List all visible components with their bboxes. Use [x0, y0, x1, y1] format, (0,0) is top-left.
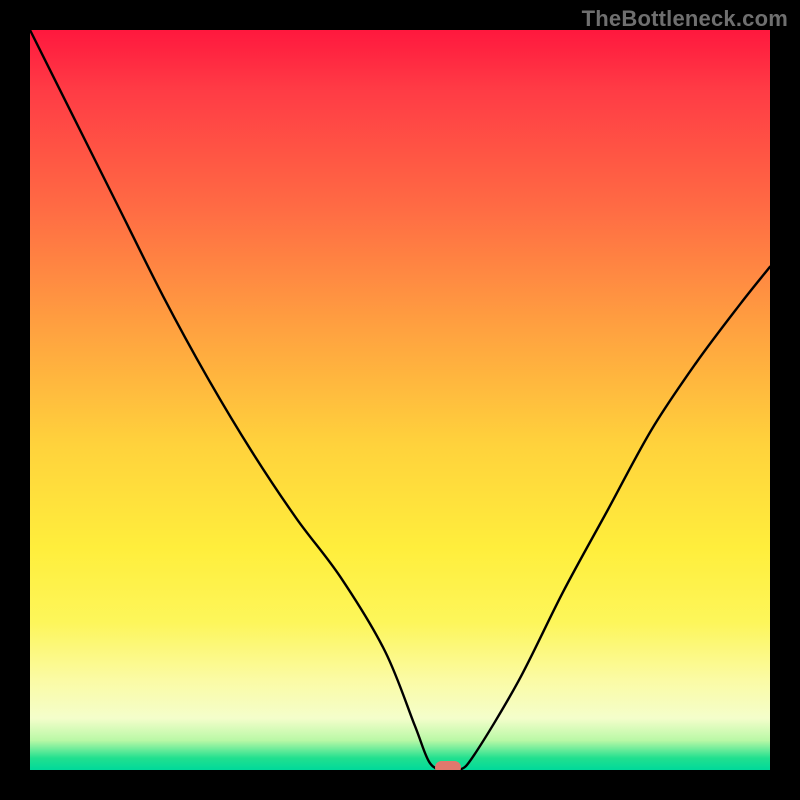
bottleneck-curve: [30, 30, 770, 770]
optimal-marker: [435, 761, 461, 770]
chart-frame: TheBottleneck.com: [0, 0, 800, 800]
bottleneck-curve-path: [30, 30, 770, 770]
watermark-text: TheBottleneck.com: [582, 6, 788, 32]
plot-area: [30, 30, 770, 770]
